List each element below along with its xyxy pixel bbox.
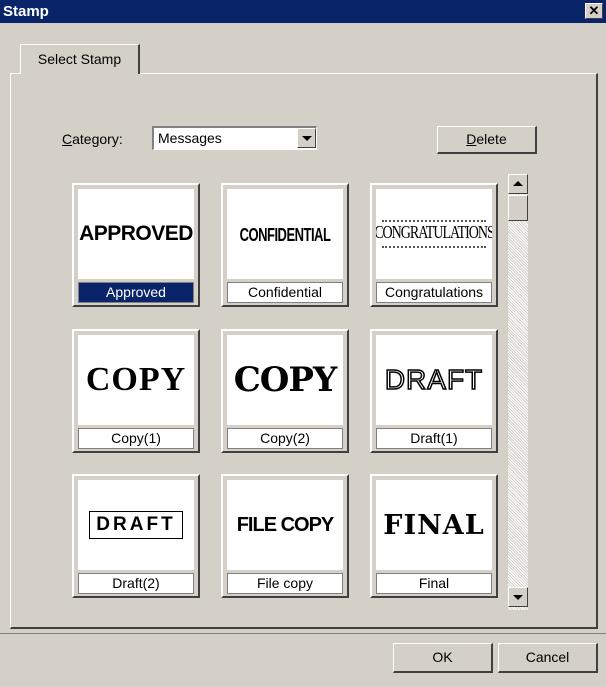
arrow-up-icon <box>513 181 523 186</box>
stamp-preview: FINAL <box>376 480 492 570</box>
stamp-item-confidential[interactable]: CONFIDENTIAL Confidential <box>221 183 349 307</box>
draft-frame: DRAFT <box>89 511 183 539</box>
chevron-down-icon <box>302 136 312 141</box>
category-label: Category: <box>62 131 123 147</box>
delete-button[interactable]: Delete <box>437 126 537 154</box>
stamp-item-copy-1[interactable]: COPY Copy(1) <box>72 329 200 453</box>
window-title: Stamp <box>3 3 49 20</box>
stamp-caption: Approved <box>78 282 194 303</box>
scroll-up-button[interactable] <box>508 174 528 194</box>
dropdown-button[interactable] <box>297 128 316 148</box>
category-value: Messages <box>158 130 222 146</box>
stamp-preview: CONGRATULATIONS <box>376 189 492 279</box>
arrow-down-icon <box>513 595 523 600</box>
stamp-caption: Final <box>376 573 492 594</box>
stamp-caption: Confidential <box>227 282 343 303</box>
tab-label: Select Stamp <box>37 51 122 67</box>
stamp-item-draft-1[interactable]: DRAFT Draft(1) <box>370 329 498 453</box>
stamp-preview: DRAFT <box>376 335 492 425</box>
cancel-button[interactable]: Cancel <box>498 643 598 673</box>
stamp-item-congratulations[interactable]: CONGRATULATIONS Congratulations <box>370 183 498 307</box>
ornament-top <box>382 220 486 222</box>
stamp-caption: File copy <box>227 573 343 594</box>
stamp-item-approved[interactable]: APPROVED Approved <box>72 183 200 307</box>
stamp-caption: Congratulations <box>376 282 492 303</box>
vertical-scrollbar[interactable] <box>508 174 528 610</box>
stamp-preview: FILE COPY <box>227 480 343 570</box>
title-bar: Stamp ✕ <box>0 0 606 23</box>
stamp-item-copy-2[interactable]: COPY Copy(2) <box>221 329 349 453</box>
stamp-caption: Copy(1) <box>78 428 194 449</box>
close-icon: ✕ <box>588 3 600 18</box>
category-dropdown[interactable]: Messages <box>152 126 317 150</box>
stamp-preview: COPY <box>78 335 194 425</box>
stamp-preview: CONFIDENTIAL <box>227 189 343 279</box>
stamp-item-draft-2[interactable]: DRAFT Draft(2) <box>72 474 200 598</box>
stamp-caption: Draft(2) <box>78 573 194 594</box>
scroll-thumb[interactable] <box>508 195 528 221</box>
close-button[interactable]: ✕ <box>585 3 603 19</box>
stamp-preview: APPROVED <box>78 189 194 279</box>
stamp-item-file-copy[interactable]: FILE COPY File copy <box>221 474 349 598</box>
tab-select-stamp[interactable]: Select Stamp <box>20 44 140 74</box>
stamp-caption: Copy(2) <box>227 428 343 449</box>
stamp-item-final[interactable]: FINAL Final <box>370 474 498 598</box>
ornament-bottom <box>382 246 486 248</box>
stamp-preview: DRAFT <box>78 480 194 570</box>
stamp-preview: COPY <box>227 335 343 425</box>
ok-button[interactable]: OK <box>393 643 493 673</box>
stamp-caption: Draft(1) <box>376 428 492 449</box>
divider <box>0 633 606 634</box>
scroll-down-button[interactable] <box>508 587 528 607</box>
